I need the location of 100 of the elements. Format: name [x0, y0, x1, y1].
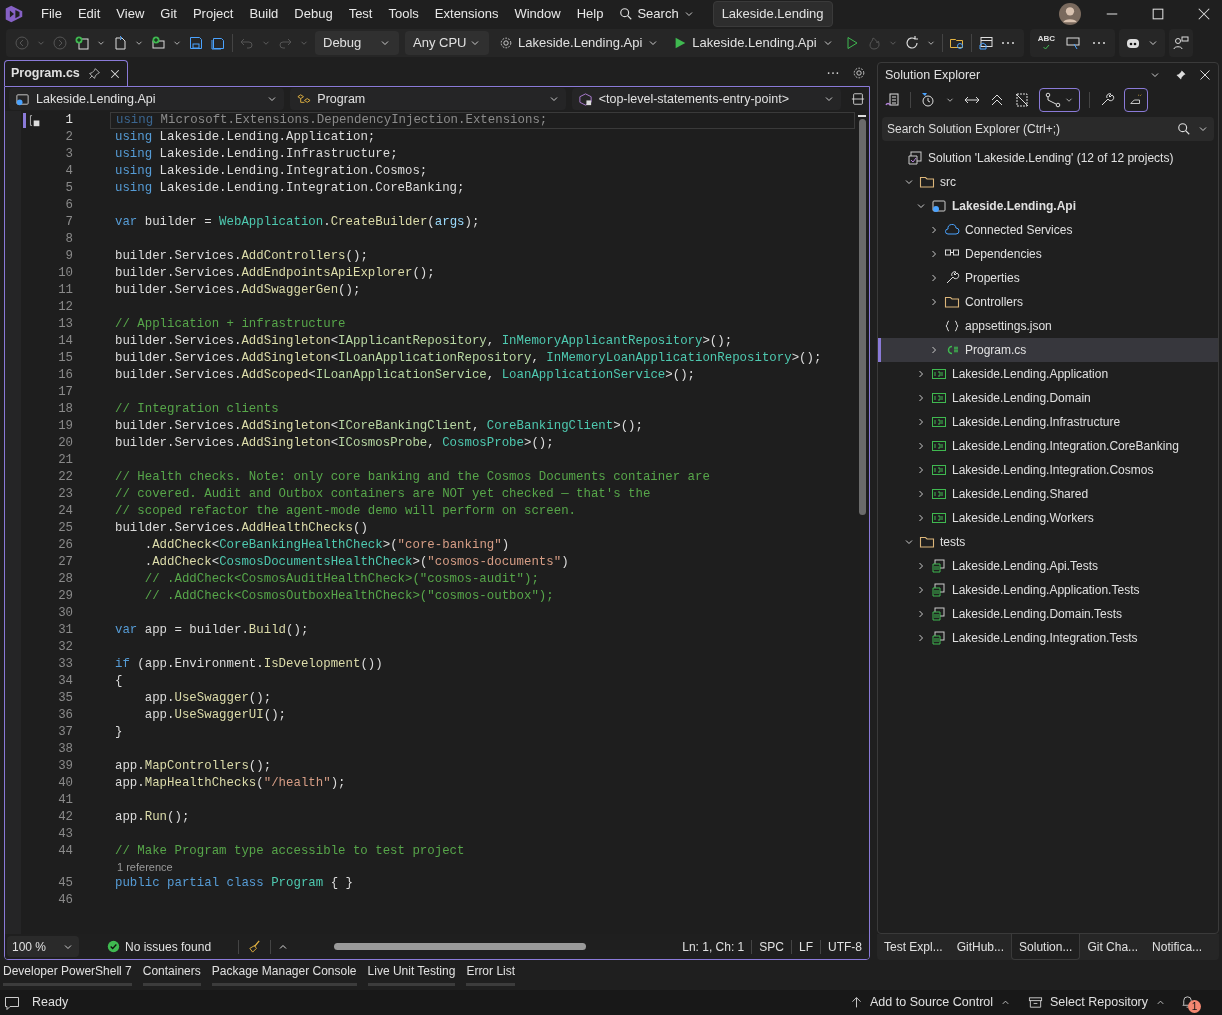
save-icon[interactable] — [188, 35, 204, 51]
indent-mode[interactable]: SPC — [752, 937, 791, 956]
menu-item[interactable]: Test — [340, 4, 381, 24]
maximize-icon[interactable] — [1151, 7, 1165, 21]
notifications-button[interactable]: 1 — [1180, 993, 1202, 1012]
repository-button[interactable]: Select Repository — [1028, 993, 1166, 1012]
search-button[interactable]: Search — [611, 4, 703, 24]
type-dropdown[interactable]: Program — [290, 88, 566, 110]
panel-tab[interactable]: Notifica... — [1145, 934, 1210, 960]
tool-window-tab[interactable]: Error List — [466, 964, 516, 986]
source-control-button[interactable]: Add to Source Control — [850, 993, 1012, 1012]
status-text: Ready — [32, 994, 69, 1012]
menu-item[interactable]: Tools — [380, 4, 427, 24]
document-icon[interactable] — [112, 35, 128, 51]
tree-item[interactable]: Dependencies — [878, 242, 1218, 266]
menu-item[interactable]: Build — [241, 4, 287, 24]
project-dropdown[interactable]: Lakeside.Lending.Api — [9, 88, 285, 110]
scrollbar-thumb[interactable] — [858, 119, 866, 515]
tool-window-tab[interactable]: Developer PowerShell 7 — [3, 964, 132, 986]
menu-item[interactable]: Git — [152, 4, 185, 24]
search-field[interactable]: Search Solution Explorer (Ctrl+;) — [882, 117, 1214, 141]
line-ending[interactable]: LF — [792, 937, 820, 956]
spell-check-button[interactable]: ABC — [1037, 35, 1055, 51]
tree-item[interactable]: Controllers — [878, 290, 1218, 314]
line-number: 46 — [57, 892, 73, 910]
tool-window-tab[interactable]: Package Manager Console — [211, 964, 357, 986]
tree-item[interactable]: Lakeside.Lending.Infrastructure — [878, 410, 1218, 434]
menu-item[interactable]: Debug — [286, 4, 341, 24]
close-icon[interactable] — [108, 67, 121, 80]
code-line: app.Run(); — [115, 809, 190, 826]
show-all-files-icon[interactable] — [1014, 92, 1030, 108]
platform-dropdown[interactable]: Any CPU — [405, 31, 489, 55]
zoom-dropdown[interactable]: 100 % — [7, 936, 79, 957]
menu-item[interactable]: Project — [184, 4, 242, 24]
tree-item[interactable]: Lakeside.Lending.Api — [878, 194, 1218, 218]
menu-item[interactable]: File — [33, 4, 70, 24]
save-all-icon[interactable] — [210, 35, 226, 51]
panel-tab[interactable]: Git Cha... — [1080, 934, 1146, 960]
library-project-icon — [931, 510, 947, 526]
tree-item[interactable]: Connected Services — [878, 218, 1218, 242]
menu-item[interactable]: Window — [506, 4, 569, 24]
preview-toggle[interactable] — [1124, 88, 1148, 112]
tool-window-tab[interactable]: Containers — [142, 964, 201, 986]
filter-dropdown[interactable] — [1039, 88, 1080, 112]
horizontal-scrollbar-thumb[interactable] — [334, 943, 587, 950]
menu-item[interactable]: Extensions — [426, 4, 507, 24]
cursor-position[interactable]: Ln: 1, Ch: 1 — [675, 937, 752, 956]
search-icon — [619, 7, 634, 21]
tree-item[interactable]: appsettings.json — [878, 314, 1218, 338]
member-dropdown[interactable]: <top-level-statements-entry-point> — [571, 88, 841, 110]
add-project-icon[interactable] — [150, 35, 166, 51]
settings-icon[interactable] — [852, 66, 866, 80]
tree-item[interactable]: Lakeside.Lending.Shared — [878, 482, 1218, 506]
menu-item[interactable]: Help — [568, 4, 612, 24]
menu-item[interactable]: View — [108, 4, 153, 24]
close-icon[interactable] — [1197, 7, 1211, 21]
library-project-icon — [931, 486, 947, 502]
switch-views-icon[interactable] — [885, 92, 901, 108]
wrench-icon[interactable] — [1099, 92, 1115, 108]
history-icon[interactable] — [920, 92, 936, 108]
tree-item[interactable]: tests — [878, 530, 1218, 554]
run-button[interactable]: Lakeside.Lending.Api — [669, 31, 838, 55]
panel-tab[interactable]: Solution... — [1011, 934, 1081, 960]
tool-window-tab[interactable]: Live Unit Testing — [367, 964, 456, 986]
panel-tab[interactable]: Test Expl... — [877, 934, 950, 960]
refresh-icon[interactable] — [903, 35, 920, 51]
line-number: 2 — [64, 129, 73, 147]
line-number: 25 — [57, 520, 73, 538]
tree-item[interactable]: Lakeside.Lending.Workers — [878, 506, 1218, 530]
window-icon[interactable] — [977, 35, 994, 51]
tree-item[interactable]: Lakeside.Lending.Integration.Cosmos — [878, 458, 1218, 482]
tree-item[interactable]: Properties — [878, 266, 1218, 290]
startup-project-dropdown[interactable]: Lakeside.Lending.Api — [495, 31, 664, 55]
tree-item[interactable]: Lakeside.Lending.Api.Tests — [878, 554, 1218, 578]
new-item-icon[interactable] — [74, 35, 90, 51]
collapse-all-icon[interactable] — [989, 92, 1005, 108]
codelens-link[interactable]: 1 reference — [117, 859, 173, 876]
file-tab[interactable]: Program.cs — [4, 60, 128, 86]
tree-item[interactable]: Lakeside.Lending.Integration.Tests — [878, 626, 1218, 650]
close-icon[interactable] — [1199, 69, 1211, 81]
tree-item[interactable]: Lakeside.Lending.Integration.CoreBanking — [878, 434, 1218, 458]
search-icon — [1177, 122, 1191, 136]
code-line: if (app.Environment.IsDevelopment()) — [115, 656, 383, 673]
split-icon[interactable] — [851, 92, 865, 106]
feedback-icon[interactable] — [1173, 35, 1189, 51]
file-encoding[interactable]: UTF-8 — [821, 937, 869, 956]
issues-indicator[interactable]: No issues found — [107, 937, 212, 956]
arrow-up-icon — [850, 996, 864, 1009]
tree-item[interactable]: Lakeside.Lending.Application — [878, 362, 1218, 386]
tree-item[interactable]: src — [878, 170, 1218, 194]
tree-item[interactable]: Lakeside.Lending.Application.Tests — [878, 578, 1218, 602]
tree-item[interactable]: Solution 'Lakeside.Lending' (12 of 12 projects) — [878, 146, 1218, 170]
panel-tab[interactable]: GitHub... — [949, 934, 1012, 960]
tree-item[interactable]: Lakeside.Lending.Domain — [878, 386, 1218, 410]
menu-item[interactable]: Edit — [69, 4, 109, 24]
tree-item[interactable]: Program.cs — [878, 338, 1218, 362]
line-number: 42 — [57, 809, 73, 827]
configuration-dropdown[interactable]: Debug — [315, 31, 399, 55]
comment-icon[interactable] — [1065, 35, 1081, 51]
tree-item[interactable]: Lakeside.Lending.Domain.Tests — [878, 602, 1218, 626]
